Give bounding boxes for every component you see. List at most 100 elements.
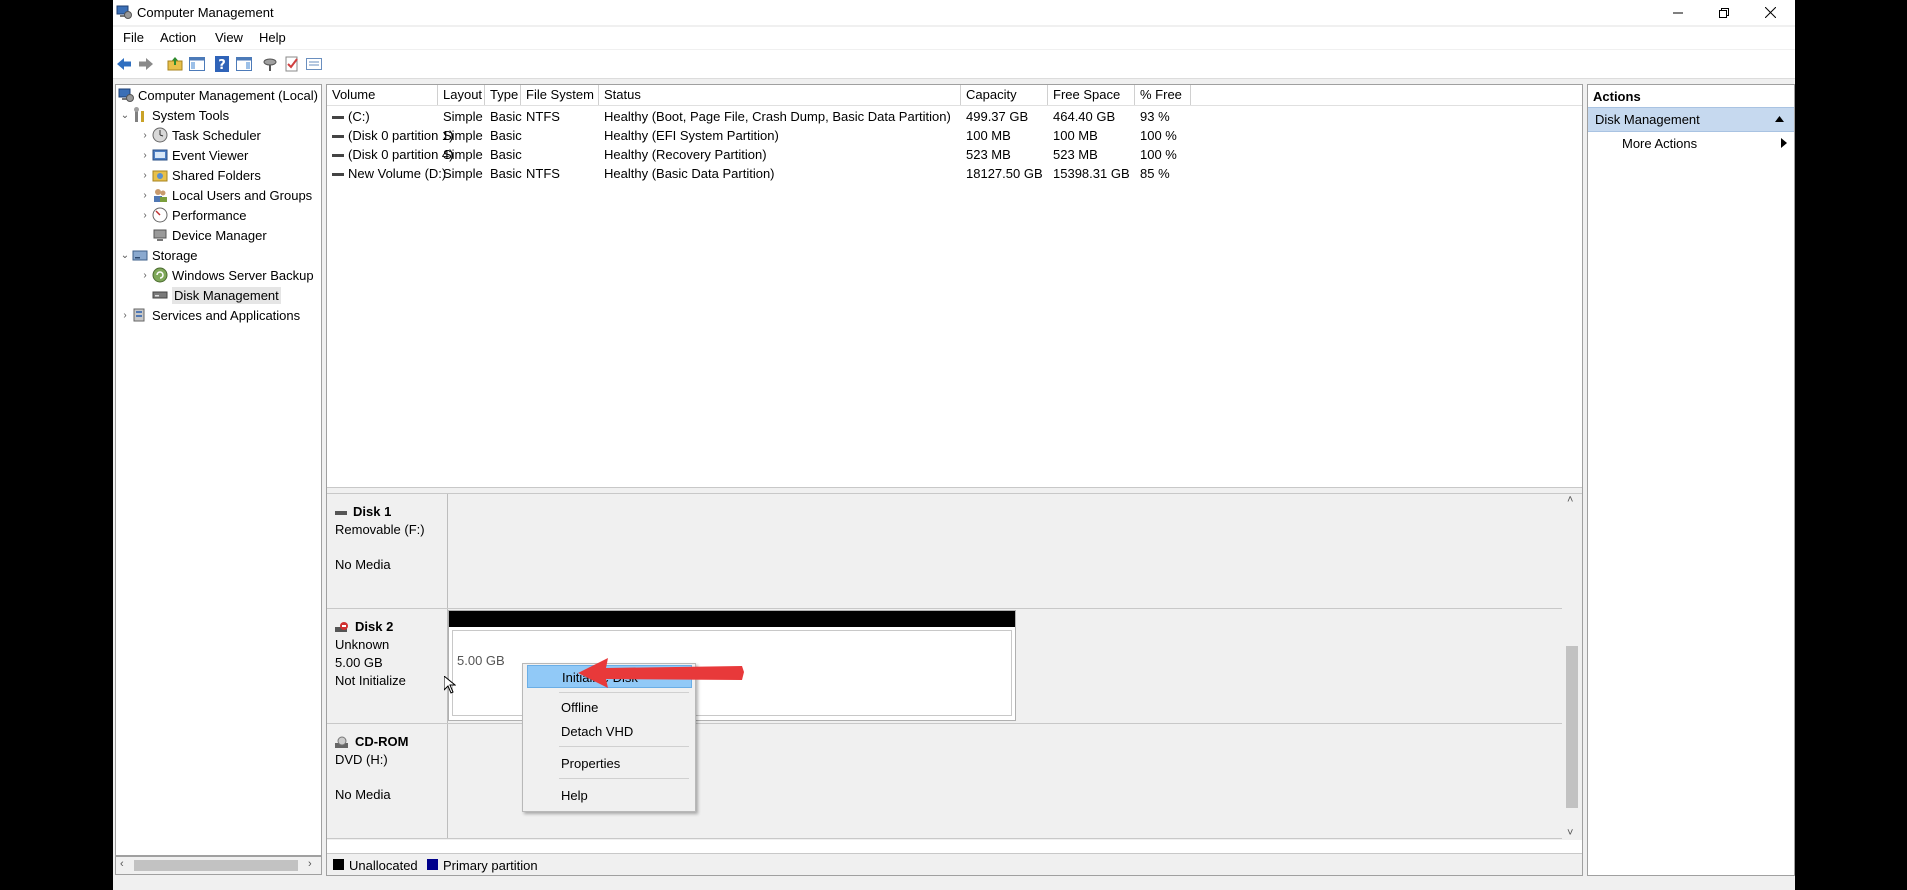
help-icon[interactable]: ? — [213, 55, 231, 73]
cdrom-row[interactable]: CD-ROM DVD (H:) No Media — [327, 724, 1562, 839]
properties-icon[interactable] — [283, 55, 301, 73]
table-row[interactable]: New Volume (D:) Simple Basic NTFS Health… — [327, 164, 1582, 183]
cell-free-space: 100 MB — [1053, 128, 1098, 143]
column-file-system[interactable]: File System — [521, 85, 599, 105]
column-volume[interactable]: Volume — [327, 85, 438, 105]
cell-file-system: NTFS — [526, 166, 560, 181]
scroll-thumb[interactable] — [134, 860, 298, 871]
disk-management-icon — [152, 291, 168, 299]
disk-name: Disk 1 — [353, 504, 392, 519]
close-button[interactable] — [1747, 0, 1793, 25]
chevron-right-icon[interactable]: › — [138, 210, 152, 221]
column-status[interactable]: Status — [599, 85, 961, 105]
collapse-up-icon[interactable] — [1775, 116, 1784, 122]
tree-label: Performance — [172, 207, 247, 223]
disk-2-label[interactable]: Disk 2 Unknown 5.00 GB Not Initialize — [327, 609, 448, 723]
menu-view[interactable]: View — [215, 30, 243, 45]
disk-1-row[interactable]: Disk 1 Removable (F:) No Media — [327, 494, 1562, 609]
menu-file[interactable]: File — [123, 30, 144, 45]
chevron-down-icon[interactable]: ⌄ — [118, 110, 132, 121]
actions-section-disk-management[interactable]: Disk Management — [1588, 107, 1794, 132]
chevron-right-icon[interactable]: › — [138, 150, 152, 161]
disk-name: Disk 2 — [355, 619, 394, 634]
annotation-arrow-icon — [578, 658, 744, 688]
menu-help[interactable]: Help — [259, 30, 286, 45]
show-hide-action-pane-icon[interactable] — [235, 55, 253, 73]
pane-splitter[interactable] — [327, 487, 1582, 494]
cell-capacity: 499.37 GB — [966, 109, 1029, 124]
tree-label: Storage — [152, 247, 198, 263]
menu-action[interactable]: Action — [160, 30, 196, 45]
actions-header: Actions — [1593, 89, 1641, 104]
tree-item-shared-folders[interactable]: › Shared Folders — [138, 165, 261, 185]
table-row[interactable]: (C:) Simple Basic NTFS Healthy (Boot, Pa… — [327, 107, 1582, 126]
menu-item-help[interactable]: Help — [527, 784, 692, 807]
up-folder-icon[interactable] — [166, 55, 184, 73]
cell-capacity: 18127.50 GB — [966, 166, 1043, 181]
cdrom-label[interactable]: CD-ROM DVD (H:) No Media — [327, 724, 448, 838]
legend-primary: Primary partition — [443, 858, 538, 873]
tree-item-computer-management[interactable]: Computer Management (Local) — [118, 85, 318, 105]
menu-item-offline[interactable]: Offline — [527, 696, 692, 719]
tree-horizontal-scrollbar[interactable]: ‹ › — [115, 856, 322, 875]
rescan-icon[interactable] — [262, 55, 280, 73]
cell-layout: Simple — [443, 128, 483, 143]
status-bar — [113, 876, 1795, 890]
disk-view-vertical-scrollbar[interactable]: ˄ ˅ — [1562, 494, 1582, 840]
column-capacity[interactable]: Capacity — [961, 85, 1048, 105]
back-icon[interactable] — [115, 55, 133, 73]
tree-item-services-applications[interactable]: › Services and Applications — [118, 305, 300, 325]
tree-item-device-manager[interactable]: Device Manager — [152, 225, 267, 245]
column-percent-free[interactable]: % Free — [1135, 85, 1191, 105]
disk-1-name: Disk 1 — [335, 504, 391, 519]
disk-name: CD-ROM — [355, 734, 409, 749]
backup-icon — [152, 267, 168, 283]
chevron-right-icon[interactable]: › — [118, 310, 132, 321]
minimize-button[interactable] — [1655, 0, 1701, 25]
chevron-right-icon[interactable]: › — [138, 130, 152, 141]
show-hide-tree-icon[interactable] — [188, 55, 206, 73]
disk-2-row[interactable]: Disk 2 Unknown 5.00 GB Not Initialize 5.… — [327, 609, 1562, 724]
more-actions-label: More Actions — [1622, 136, 1698, 151]
chevron-right-icon[interactable]: › — [138, 270, 152, 281]
unallocated-swatch — [333, 859, 344, 870]
chevron-right-icon[interactable]: › — [138, 190, 152, 201]
computer-icon — [118, 88, 134, 102]
tree-item-windows-server-backup[interactable]: › Windows Server Backup — [138, 265, 314, 285]
cell-status: Healthy (EFI System Partition) — [604, 128, 779, 143]
scroll-down-icon[interactable]: ˅ — [1567, 827, 1573, 839]
table-row[interactable]: (Disk 0 partition 4) Simple Basic Health… — [327, 145, 1582, 164]
restore-button[interactable] — [1701, 0, 1747, 25]
tree-item-event-viewer[interactable]: › Event Viewer — [138, 145, 248, 165]
close-icon — [1764, 7, 1776, 18]
disk-1-label[interactable]: Disk 1 Removable (F:) No Media — [327, 494, 448, 608]
column-layout[interactable]: Layout — [438, 85, 485, 105]
scroll-up-icon[interactable]: ˄ — [1567, 494, 1573, 506]
table-row[interactable]: (Disk 0 partition 1) Simple Basic Health… — [327, 126, 1582, 145]
menu-separator — [559, 778, 689, 779]
scroll-thumb[interactable] — [1566, 646, 1578, 808]
tree-item-disk-management[interactable]: Disk Management — [152, 285, 281, 305]
menu-item-properties[interactable]: Properties — [527, 752, 692, 775]
tree-item-task-scheduler[interactable]: › Task Scheduler — [138, 125, 261, 145]
forward-icon[interactable] — [137, 55, 155, 73]
chevron-right-icon[interactable]: › — [138, 170, 152, 181]
tree-item-system-tools[interactable]: ⌄ System Tools — [118, 105, 229, 125]
extra-view-icon[interactable] — [305, 55, 323, 73]
tree-item-performance[interactable]: › Performance — [138, 205, 246, 225]
chevron-down-icon[interactable]: ⌄ — [118, 250, 132, 261]
more-actions-item[interactable]: More Actions — [1588, 132, 1794, 154]
column-type[interactable]: Type — [485, 85, 521, 105]
scroll-left-icon[interactable]: ‹ — [120, 858, 124, 870]
cell-layout: Simple — [443, 147, 483, 162]
menu-item-detach-vhd[interactable]: Detach VHD — [527, 720, 692, 743]
cdrom-name: CD-ROM — [335, 734, 408, 750]
tree-item-local-users[interactable]: › Local Users and Groups — [138, 185, 312, 205]
volume-name: New Volume (D:) — [348, 166, 447, 181]
scroll-right-icon[interactable]: › — [308, 858, 312, 870]
cell-file-system — [521, 145, 526, 164]
column-free-space[interactable]: Free Space — [1048, 85, 1135, 105]
tree-item-storage[interactable]: ⌄ Storage — [118, 245, 198, 265]
volume-icon — [332, 173, 344, 177]
minimize-icon — [1673, 12, 1683, 13]
